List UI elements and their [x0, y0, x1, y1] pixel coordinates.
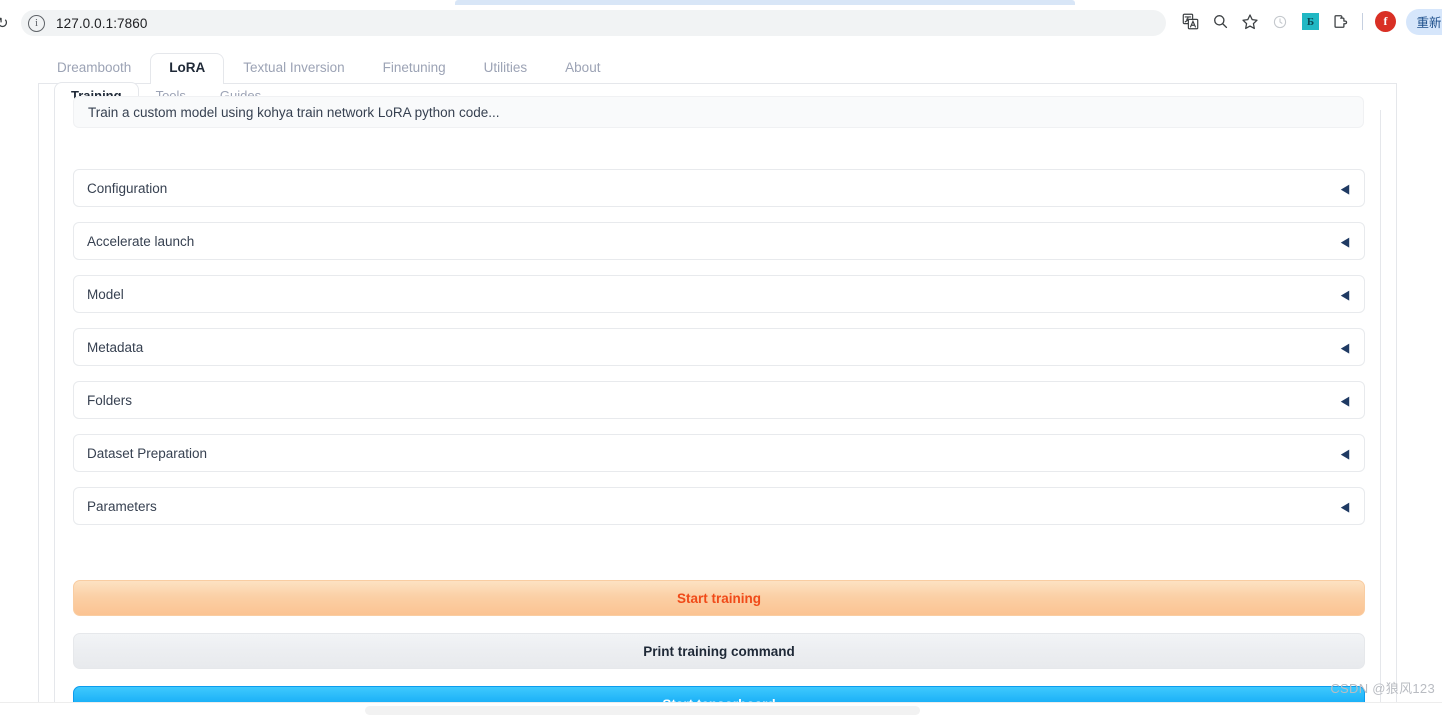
accordion-model[interactable]: Model ◀ — [73, 275, 1365, 313]
history-clock-icon[interactable] — [1265, 8, 1295, 36]
accordion-label: Configuration — [87, 180, 168, 196]
tab-about[interactable]: About — [546, 53, 619, 83]
collapse-left-arrow-icon[interactable]: ◀ — [1341, 288, 1350, 301]
tab-finetuning[interactable]: Finetuning — [364, 53, 465, 83]
tab-utilities[interactable]: Utilities — [465, 53, 547, 83]
accordion-label: Accelerate launch — [87, 233, 195, 249]
restart-button[interactable]: 重新启 — [1406, 8, 1442, 35]
page-viewport: Dreambooth LoRA Textual Inversion Finetu… — [0, 38, 1442, 717]
accordion-configuration[interactable]: Configuration ◀ — [73, 169, 1365, 207]
start-training-button[interactable]: Start training — [73, 580, 1365, 616]
bookmark-star-icon[interactable] — [1235, 8, 1265, 36]
extensions-puzzle-icon[interactable] — [1325, 8, 1355, 36]
accordion-dataset-preparation[interactable]: Dataset Preparation ◀ — [73, 434, 1365, 472]
tab-textual-inversion[interactable]: Textual Inversion — [224, 53, 363, 83]
horizontal-scrollbar-thumb[interactable] — [365, 706, 920, 715]
accordion-accelerate-launch[interactable]: Accelerate launch ◀ — [73, 222, 1365, 260]
collapse-left-arrow-icon[interactable]: ◀ — [1341, 447, 1350, 460]
accordion-label: Metadata — [87, 339, 144, 355]
accordion-parameters[interactable]: Parameters ◀ — [73, 487, 1365, 525]
accordion-label: Dataset Preparation — [87, 445, 208, 461]
tab-dreambooth[interactable]: Dreambooth — [38, 53, 150, 83]
collapse-left-arrow-icon[interactable]: ◀ — [1341, 182, 1350, 195]
translate-icon[interactable] — [1175, 8, 1205, 36]
horizontal-scrollbar[interactable] — [0, 702, 1442, 717]
accordion-folders[interactable]: Folders ◀ — [73, 381, 1365, 419]
tab-lora[interactable]: LoRA — [150, 52, 225, 84]
extension-teal-glyph: Б — [1301, 13, 1319, 30]
accordion-metadata[interactable]: Metadata ◀ — [73, 328, 1365, 366]
collapse-left-arrow-icon[interactable]: ◀ — [1341, 341, 1350, 354]
toolbar-divider — [1362, 13, 1364, 30]
browser-chrome: ↻ i 127.0.0.1:7860 Б f 重新 — [0, 0, 1442, 38]
browser-toolbar-actions: Б f 重新启 — [1175, 5, 1442, 38]
collapse-left-arrow-icon[interactable]: ◀ — [1341, 235, 1350, 248]
extension-teal-icon[interactable]: Б — [1295, 8, 1325, 36]
avatar-initial: f — [1374, 11, 1396, 32]
main-tab-bar: Dreambooth LoRA Textual Inversion Finetu… — [38, 52, 1397, 84]
accordion-label: Model — [87, 286, 124, 302]
site-info-icon[interactable]: i — [28, 14, 45, 32]
browser-toolbar: ↻ i 127.0.0.1:7860 Б f 重新 — [0, 5, 1442, 38]
accordion-label: Parameters — [87, 498, 157, 514]
action-button-group: Start training Print training command St… — [73, 580, 1365, 717]
profile-avatar[interactable]: f — [1370, 8, 1400, 36]
collapse-left-arrow-icon[interactable]: ◀ — [1341, 394, 1350, 407]
print-training-command-button[interactable]: Print training command — [73, 633, 1365, 669]
watermark-text: CSDN @狼风123 — [1330, 681, 1435, 696]
training-description: Train a custom model using kohya train n… — [73, 96, 1364, 128]
address-bar-url: 127.0.0.1:7860 — [56, 15, 148, 31]
address-bar[interactable]: i 127.0.0.1:7860 — [21, 10, 1166, 36]
zoom-search-icon[interactable] — [1205, 8, 1235, 36]
accordion-label: Folders — [87, 392, 133, 408]
collapse-left-arrow-icon[interactable]: ◀ — [1341, 500, 1350, 513]
reload-icon[interactable]: ↻ — [0, 16, 12, 32]
accordion-list: Configuration ◀ Accelerate launch ◀ Mode… — [73, 169, 1365, 540]
